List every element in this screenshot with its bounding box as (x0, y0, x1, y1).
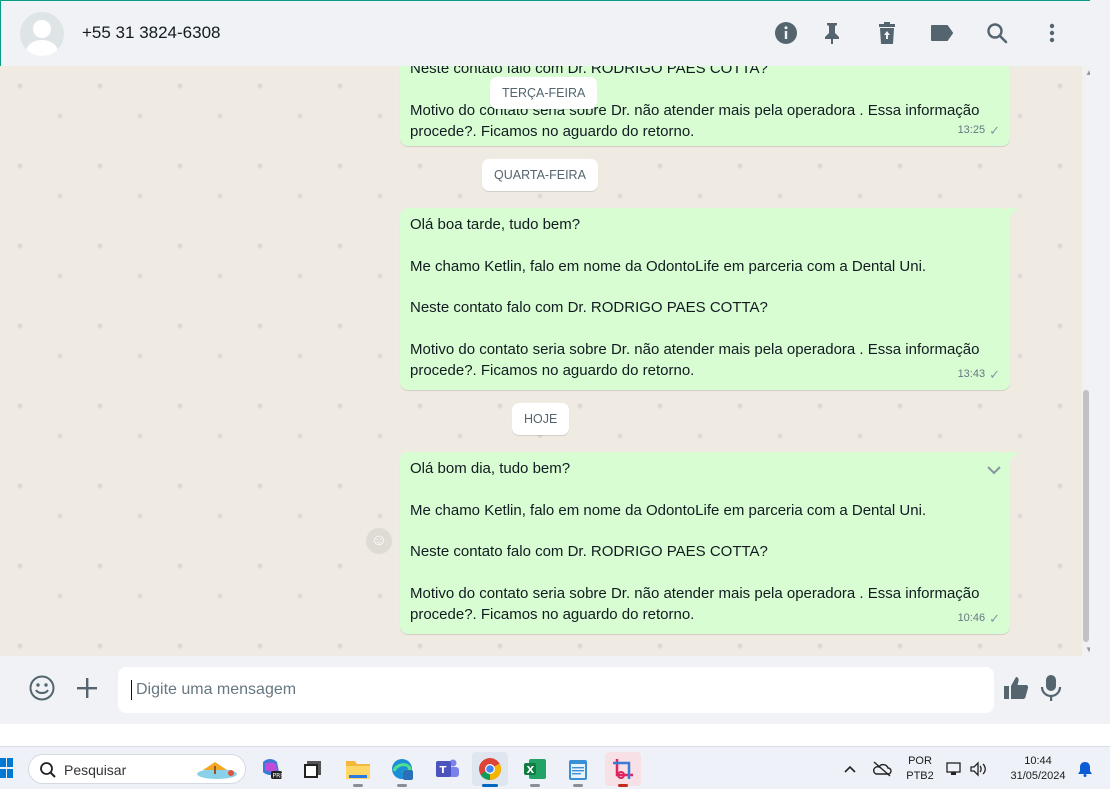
language-code: POR (908, 755, 932, 767)
text-caret (131, 680, 132, 700)
edge-icon[interactable] (384, 752, 420, 787)
message-text: Me chamo Ketlin, falo em nome da OdontoL… (410, 501, 927, 519)
notification-bell-icon[interactable] (1075, 752, 1095, 786)
message-text: Neste contato falo com Dr. RODRIGO PAES … (410, 299, 768, 316)
message-composer (0, 656, 1090, 724)
sent-check-icon: ✓ (989, 123, 1000, 138)
date-separator: TERÇA-FEIRA (490, 77, 598, 109)
sent-check-icon: ✓ (989, 367, 1000, 382)
label-icon[interactable] (928, 19, 956, 47)
notepad-icon[interactable] (560, 752, 596, 787)
clock-date: 31/05/2024 (1010, 770, 1066, 782)
message-text: procede?. Ficamos no aguardo do retorno. (410, 605, 695, 623)
message-bubble-3[interactable]: Olá bom dia, tudo bem? Me chamo Ketlin, … (400, 452, 1018, 634)
message-text: Neste contato falo com Dr. RODRIGO PAES … (410, 543, 768, 560)
menu-icon[interactable] (1038, 19, 1066, 47)
microphone-icon[interactable] (1036, 673, 1066, 703)
date-separator: QUARTA-FEIRA (482, 159, 598, 191)
svg-text:PRE: PRE (273, 773, 284, 780)
attach-plus-icon[interactable] (72, 673, 102, 703)
contact-avatar[interactable] (20, 12, 64, 56)
windows-start-icon[interactable] (0, 758, 14, 778)
clock-time: 10:44 (1024, 755, 1052, 767)
chat-header: +55 31 3824-6308 (0, 0, 1090, 66)
message-time: 10:46 (957, 612, 986, 624)
file-explorer-icon[interactable] (340, 752, 376, 787)
keyboard-layout: PTB2 (906, 770, 934, 782)
svg-text:X: X (527, 765, 535, 776)
message-meta: 13:43 ✓ (958, 364, 1000, 385)
message-text: Motivo do contato seria sobre Dr. não at… (410, 584, 980, 602)
delete-icon[interactable] (873, 19, 901, 47)
sent-check-icon: ✓ (989, 611, 1000, 626)
onedrive-offline-icon[interactable] (866, 752, 898, 786)
react-emoji-icon[interactable]: ☺ (366, 528, 392, 554)
taskbar-search-label: Pesquisar (64, 762, 127, 778)
desktop-gap (0, 724, 1110, 746)
taskbar-search[interactable]: Pesquisar (28, 754, 246, 784)
input-language-indicator[interactable]: POR PTB2 (903, 754, 937, 784)
chat-area[interactable]: Neste contato falo com Dr. RODRIGO PAES … (0, 66, 1090, 656)
snipping-tool-icon[interactable] (605, 752, 641, 787)
thumbs-up-icon[interactable] (1001, 673, 1031, 703)
message-text: Olá bom dia, tudo bem? (410, 460, 571, 477)
copilot-icon[interactable]: PRE (253, 752, 289, 786)
taskbar-clock[interactable]: 10:44 31/05/2024 (1000, 754, 1076, 784)
message-input[interactable] (118, 667, 994, 713)
chat-scrollbar[interactable]: ▲ ▼ (1082, 66, 1093, 656)
task-view-icon[interactable] (295, 752, 331, 786)
scrollbar-thumb[interactable] (1083, 390, 1089, 642)
message-text: Motivo do contato seria sobre Dr. não at… (410, 340, 980, 358)
message-text: Me chamo Ketlin, falo em nome da OdontoL… (410, 257, 927, 275)
message-time: 13:43 (957, 368, 986, 380)
window-edge (1090, 0, 1110, 724)
message-meta: 10:46 ✓ (958, 608, 1000, 629)
search-icon[interactable] (983, 19, 1011, 47)
date-separator: HOJE (512, 403, 570, 435)
svg-text:T: T (440, 765, 447, 776)
chrome-icon[interactable] (472, 752, 508, 787)
windows-taskbar: Pesquisar PRE T X POR PTB2 10:44 31/05/2… (0, 746, 1110, 789)
pin-icon[interactable] (818, 19, 846, 47)
info-icon[interactable] (772, 19, 800, 47)
excel-icon[interactable]: X (517, 752, 553, 787)
network-volume-icon[interactable] (942, 752, 992, 786)
chevron-up-icon[interactable] (832, 752, 868, 786)
search-icon (39, 761, 57, 784)
message-text: Olá boa tarde, tudo bem? (410, 216, 581, 233)
emoji-icon[interactable] (27, 673, 57, 703)
contact-name[interactable]: +55 31 3824-6308 (82, 23, 221, 43)
message-text: procede?. Ficamos no aguardo do retorno. (410, 122, 695, 140)
chevron-down-icon[interactable] (986, 460, 1002, 481)
message-time: 13:25 (957, 124, 986, 136)
message-meta: 13:25 ✓ (958, 120, 1000, 141)
message-text: procede?. Ficamos no aguardo do retorno. (410, 361, 695, 379)
teams-icon[interactable]: T (429, 752, 465, 786)
search-highlight-icon (197, 762, 237, 779)
message-bubble-2[interactable]: Olá boa tarde, tudo bem? Me chamo Ketlin… (400, 208, 1018, 390)
